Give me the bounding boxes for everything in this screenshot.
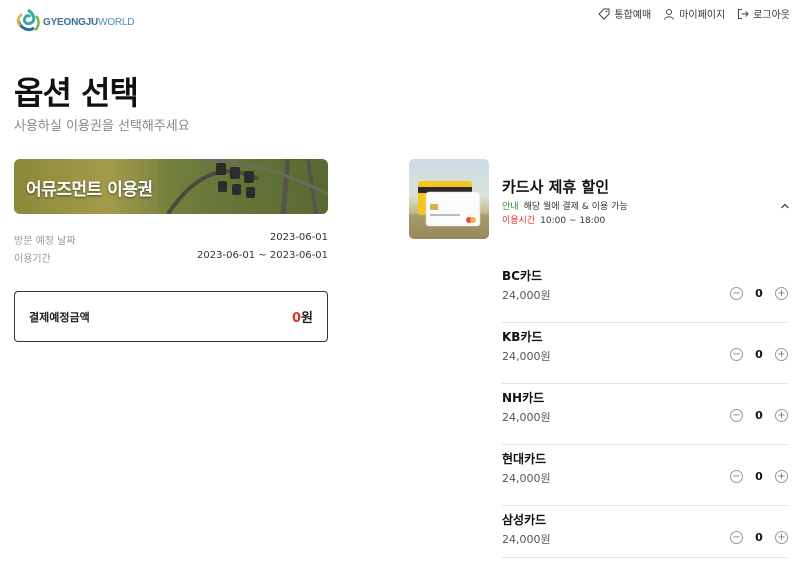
hours-tag: 이용시간 (502, 216, 536, 226)
notice-tag: 안내 (502, 202, 519, 212)
total-amount-box: 결제예정금액 0원 (14, 291, 328, 342)
option-row: BC카드 24,000원 − 0 + (502, 262, 788, 323)
increment-button[interactable]: + (775, 531, 788, 544)
hours-text: 10:00 ~ 18:00 (540, 216, 606, 226)
tag-icon (598, 8, 610, 20)
page-subtitle: 사용하실 이용권을 선택해주세요 (14, 119, 190, 134)
option-price: 24,000원 (502, 350, 551, 363)
total-amount: 0원 (292, 307, 313, 326)
usage-period-value: 2023-06-01 ~ 2023-06-01 (197, 250, 328, 261)
option-row: KB카드 24,000원 − 0 + (502, 323, 788, 384)
increment-button[interactable]: + (775, 470, 788, 483)
quantity-value: 0 (755, 287, 763, 300)
option-price: 24,000원 (502, 289, 551, 302)
product-notice: 안내 해당 월에 결제 & 이용 가능 (502, 199, 628, 212)
option-price: 24,000원 (502, 533, 551, 546)
quantity-stepper: − 0 + (730, 287, 788, 300)
visit-date-label: 방문 예정 날짜 (14, 236, 76, 247)
option-row: 삼성카드 24,000원 − 0 + (502, 506, 788, 558)
collapse-toggle[interactable] (779, 197, 791, 209)
quantity-stepper: − 0 + (730, 348, 788, 361)
nav-mypage-label: 마이페이지 (679, 10, 726, 21)
visit-date-value: 2023-06-01 (269, 232, 328, 243)
nav-logout-link[interactable]: 로그아웃 (737, 6, 790, 21)
chevron-up-icon (781, 203, 789, 209)
increment-button[interactable]: + (775, 287, 788, 300)
quantity-stepper: − 0 + (730, 409, 788, 422)
top-nav: 통합예매 마이페이지 로그아웃 (598, 6, 790, 21)
quantity-value: 0 (755, 348, 763, 361)
visit-date-row: 방문 예정 날짜 2023-06-01 (14, 232, 328, 247)
decrement-button[interactable]: − (730, 470, 743, 483)
option-name: 현대카드 (502, 452, 547, 466)
increment-button[interactable]: + (775, 348, 788, 361)
logout-icon (738, 8, 749, 19)
option-price: 24,000원 (502, 472, 551, 485)
nav-logout-label: 로그아웃 (753, 10, 790, 21)
notice-text: 해당 월에 결제 & 이용 가능 (523, 202, 628, 212)
option-name: NH카드 (502, 391, 545, 405)
credit-card-image (409, 181, 489, 239)
ticket-banner: 어뮤즈먼트 이용권 (14, 159, 328, 214)
increment-button[interactable]: + (775, 409, 788, 422)
quantity-value: 0 (755, 531, 763, 544)
quantity-stepper: − 0 + (730, 470, 788, 483)
option-row: 현대카드 24,000원 − 0 + (502, 445, 788, 506)
total-amount-unit: 원 (301, 311, 313, 326)
product-title: 카드사 제휴 할인 (502, 178, 610, 196)
logo-swirl-icon (14, 8, 42, 36)
page-title: 옵션 선택 (14, 74, 139, 112)
quantity-value: 0 (755, 409, 763, 422)
option-price: 24,000원 (502, 411, 551, 424)
decrement-button[interactable]: − (730, 348, 743, 361)
nav-booking-link[interactable]: 통합예매 (598, 6, 651, 21)
user-icon (664, 8, 675, 20)
total-amount-value: 0 (291, 311, 302, 326)
quantity-value: 0 (755, 470, 763, 483)
ticket-banner-title: 어뮤즈먼트 이용권 (26, 180, 153, 200)
option-name: 삼성카드 (502, 513, 547, 527)
usage-period-row: 이용기간 2023-06-01 ~ 2023-06-01 (14, 250, 328, 265)
product-hours: 이용시간 10:00 ~ 18:00 (502, 213, 605, 226)
site-logo[interactable]: GYEONGJUWORLD (14, 8, 135, 36)
option-name: KB카드 (502, 330, 543, 344)
rollercoaster-image (158, 159, 328, 214)
quantity-stepper: − 0 + (730, 531, 788, 544)
option-row: NH카드 24,000원 − 0 + (502, 384, 788, 445)
logo-text: GYEONGJUWORLD (43, 16, 135, 28)
product-thumbnail (409, 159, 489, 239)
total-amount-label: 결제예정금액 (29, 310, 90, 324)
decrement-button[interactable]: − (730, 409, 743, 422)
nav-mypage-link[interactable]: 마이페이지 (663, 6, 725, 21)
usage-period-label: 이용기간 (14, 254, 51, 265)
decrement-button[interactable]: − (730, 531, 743, 544)
option-name: BC카드 (502, 269, 543, 283)
nav-booking-label: 통합예매 (614, 10, 652, 21)
decrement-button[interactable]: − (730, 287, 743, 300)
